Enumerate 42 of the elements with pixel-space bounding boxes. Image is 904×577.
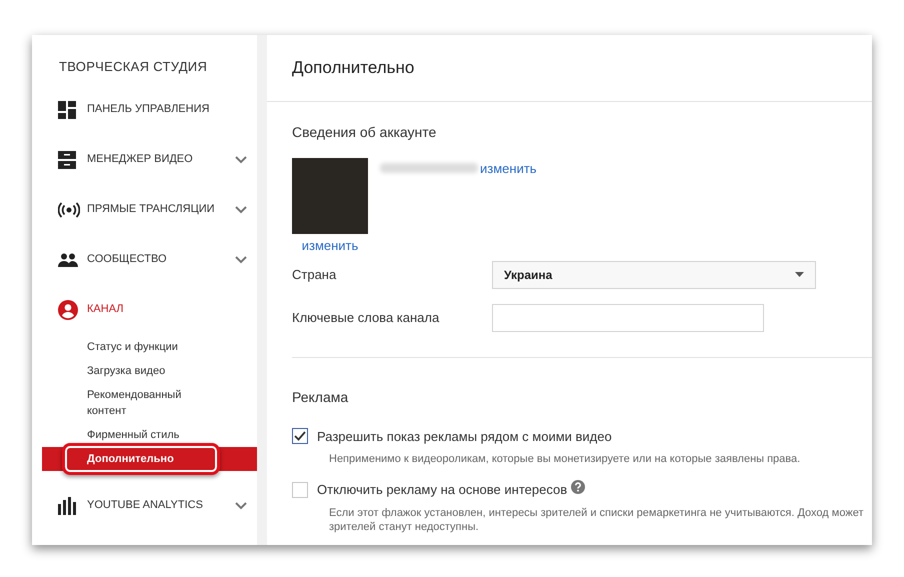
help-icon[interactable] <box>571 480 586 494</box>
sidebar-item-label: СООБЩЕСТВО <box>87 252 167 268</box>
checkbox-label: Отключить рекламу на основе интересов <box>317 481 568 499</box>
checkbox[interactable] <box>292 482 308 498</box>
checkbox[interactable] <box>292 428 308 444</box>
sidebar-subitem[interactable]: Загрузка видео <box>42 358 257 382</box>
sidebar-item[interactable]: СООБЩЕСТВО <box>32 234 257 284</box>
sidebar-subitem[interactable]: Фирменный стиль <box>42 422 257 446</box>
account-icon <box>58 300 78 320</box>
field-label: Ключевые слова канала <box>292 308 440 327</box>
sidebar-item-label: ПАНЕЛЬ УПРАВЛЕНИЯ <box>87 102 210 118</box>
sidebar-item[interactable]: ПРЯМЫЕ ТРАНСЛЯЦИИ <box>32 184 257 234</box>
hint-text: Неприменимо к видеороликам, которые вы монетизируете или на которые заявлены права. <box>329 452 802 466</box>
checkmark-icon <box>294 431 306 442</box>
sidebar-subitem[interactable]: Статус и функции <box>42 334 257 358</box>
sidebar-subitem[interactable]: Рекомендованный контент <box>42 382 257 422</box>
drawer-icon <box>58 150 76 168</box>
sidebar-item-label: YOUTUBE ANALYTICS <box>87 498 203 514</box>
sidebar-item[interactable]: МЕНЕДЖЕР ВИДЕО <box>32 134 257 184</box>
keywords-input-field[interactable] <box>492 304 764 332</box>
people-icon <box>58 252 78 266</box>
sidebar-item-label: КАНАЛ <box>87 302 124 318</box>
dashboard-icon <box>58 100 76 118</box>
broadcast-icon <box>58 202 80 218</box>
hint-text: зрителей станут недоступны. <box>329 520 480 534</box>
caret-icon <box>795 272 804 277</box>
section-heading: Реклама <box>292 388 350 406</box>
change-avatar-link[interactable]: изменить <box>302 236 358 256</box>
page-title: Дополнительно <box>267 35 872 102</box>
checkbox-label: Разрешить показ рекламы рядом с моими видео <box>317 428 612 446</box>
sidebar-item-label: ПРЯМЫЕ ТРАНСЛЯЦИИ <box>87 202 215 218</box>
change-name-link[interactable]: изменить <box>480 159 537 178</box>
sidebar-item[interactable]: YOUTUBE ANALYTICS <box>32 480 257 530</box>
section-heading: Сведения об аккаунте <box>292 123 438 142</box>
sidebar-title: ТВОРЧЕСКАЯ СТУДИЯ <box>58 58 208 76</box>
sidebar-item[interactable]: ПАНЕЛЬ УПРАВЛЕНИЯ <box>32 84 257 134</box>
field-label: Страна <box>292 266 338 284</box>
country-dropdown[interactable]: Украина <box>492 260 816 288</box>
sidebar-item[interactable]: КАНАЛ <box>32 284 257 334</box>
hint-text: Если этот флажок установлен, интересы зрителей и списки ремаркетинга не учитываются. Доход может <box>329 506 864 520</box>
bar-chart-icon <box>58 496 76 514</box>
sidebar-item-label: МЕНЕДЖЕР ВИДЕО <box>87 152 193 168</box>
